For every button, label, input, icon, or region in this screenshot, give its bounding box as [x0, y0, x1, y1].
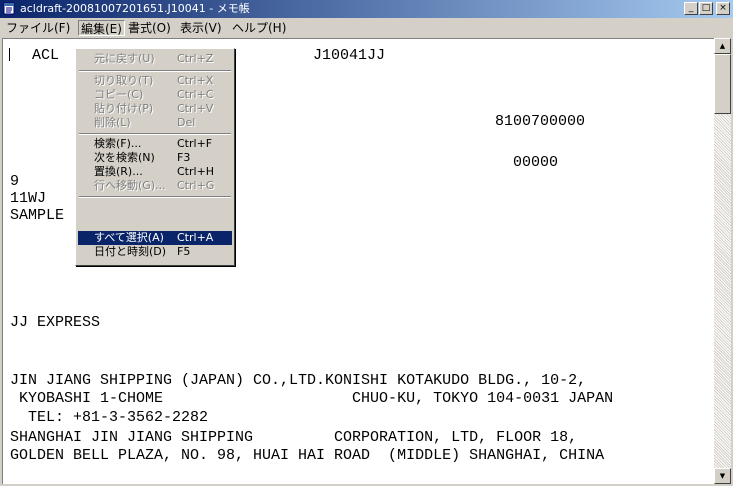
menu-file[interactable]: ファイル(F) — [4, 20, 72, 36]
menu-bar: ファイル(F) 編集(E) 書式(O) 表示(V) ヘルプ(H) — [0, 18, 733, 37]
text-line: 9 — [10, 173, 20, 190]
menu-format[interactable]: 書式(O) — [126, 20, 173, 36]
menu-item-undo[interactable]: 元に戻す(U) Ctrl+Z — [78, 52, 232, 66]
edit-menu-dropdown: 元に戻す(U) Ctrl+Z 切り取り(T) Ctrl+X コピー(C) Ctrl+C… — [75, 48, 235, 266]
text-line: JJ EXPRESS — [10, 314, 101, 331]
title-bar[interactable]: acldraft-20081007201651.J10041 - メモ帳 _ □… — [0, 0, 733, 18]
vertical-scrollbar[interactable]: ▲ ▼ — [714, 38, 731, 484]
menu-item-delete[interactable]: 削除(L) Del — [78, 116, 232, 130]
scroll-up-button[interactable]: ▲ — [714, 38, 731, 54]
menu-edit[interactable]: 編集(E) — [78, 20, 125, 36]
menu-view[interactable]: 表示(V) — [178, 20, 224, 36]
text-line: J10041JJ — [313, 47, 386, 64]
window-title: acldraft-20081007201651.J10041 - メモ帳 — [20, 2, 250, 15]
menu-item-goto[interactable]: 行へ移動(G)... Ctrl+G — [78, 179, 232, 193]
menu-separator — [79, 70, 231, 72]
menu-separator — [79, 133, 231, 135]
text-line: GOLDEN BELL PLAZA, NO. 98, HUAI HAI ROAD… — [10, 447, 605, 464]
text-line: JIN JIANG SHIPPING (JAPAN) CO.,LTD.KONIS… — [10, 372, 587, 389]
text-line: ACL — [32, 47, 60, 64]
menu-help[interactable]: ヘルプ(H) — [230, 20, 288, 36]
text-caret — [9, 48, 10, 61]
menu-item-copy[interactable]: コピー(C) Ctrl+C — [78, 88, 232, 102]
menu-item-select-all[interactable]: すべて選択(A) Ctrl+A — [78, 231, 232, 245]
text-line: TEL: +81-3-3562-2282 — [10, 409, 209, 426]
maximize-button[interactable]: □ — [699, 2, 713, 15]
text-line: 11WJ — [10, 190, 47, 207]
text-line: 8100700000 — [495, 113, 586, 130]
menu-item-find[interactable]: 検索(F)... Ctrl+F — [78, 137, 232, 151]
scroll-thumb[interactable] — [714, 54, 731, 114]
menu-item-cut[interactable]: 切り取り(T) Ctrl+X — [78, 74, 232, 88]
menu-item-find-next[interactable]: 次を検索(N) F3 — [78, 151, 232, 165]
menu-item-paste[interactable]: 貼り付け(P) Ctrl+V — [78, 102, 232, 116]
scroll-down-button[interactable]: ▼ — [714, 468, 731, 484]
text-line: SHANGHAI JIN JIANG SHIPPING CORPORATION,… — [10, 429, 578, 446]
menu-item-date-time[interactable]: 日付と時刻(D) F5 — [78, 245, 232, 259]
menu-item-replace[interactable]: 置換(R)... Ctrl+H — [78, 165, 232, 179]
notepad-window: acldraft-20081007201651.J10041 - メモ帳 _ □… — [0, 0, 733, 486]
notepad-icon — [3, 2, 15, 15]
text-line: SAMPLE — [10, 207, 65, 224]
minimize-button[interactable]: _ — [684, 2, 698, 15]
text-line: KYOBASHI 1-CHOME CHUO-KU, TOKYO 104-0031… — [10, 390, 614, 407]
close-button[interactable]: × — [716, 2, 730, 15]
text-line: 00000 — [513, 154, 559, 171]
menu-separator — [79, 196, 231, 198]
